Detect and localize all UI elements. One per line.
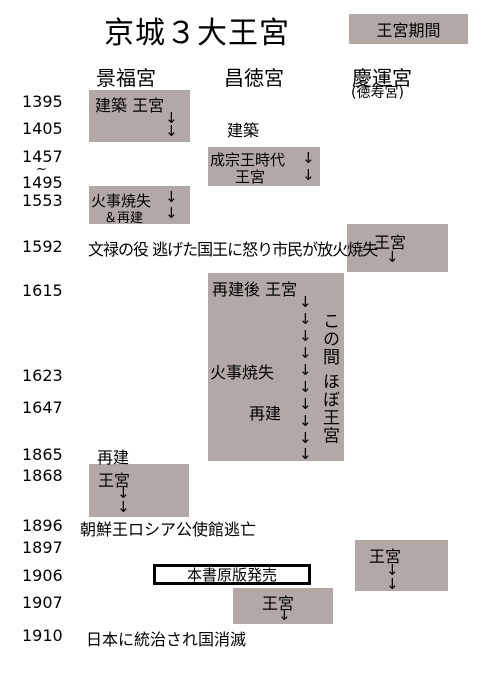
year-label: 1647 <box>22 398 63 417</box>
year-label: 1623 <box>22 366 63 385</box>
arrow-down-icon: ↓ <box>278 606 291 624</box>
event-changdeok-1457-line2: 王宮 <box>235 168 266 186</box>
event-1906-book-release: 本書原版発売 <box>153 564 311 585</box>
arrow-down-icon: ↓ <box>299 344 312 362</box>
arrow-down-icon: ↓ <box>165 188 178 206</box>
event-1910-annexation: 日本に統治され国消滅 <box>86 630 247 649</box>
event-gyeongbok-1865: 再建 <box>97 448 130 467</box>
arrow-down-icon: ↓ <box>299 445 312 463</box>
event-1592-imjin-war: 文禄の役 逃げた国王に怒り市民が放火焼失 <box>88 240 378 259</box>
arrow-down-icon: ↓ <box>299 412 312 430</box>
arrow-down-icon: ↓ <box>299 395 312 413</box>
legend-palace-period: 王宮期間 <box>349 14 468 44</box>
arrow-down-icon: ↓ <box>299 429 312 447</box>
arrow-down-icon: ↓ <box>299 310 312 328</box>
arrow-down-icon: ↓ <box>386 575 399 593</box>
year-label: 1906 <box>22 566 63 585</box>
year-label: 1395 <box>22 92 63 111</box>
event-gyeongbok-1553-line2: ＆再建 <box>104 211 144 226</box>
year-label: 1896 <box>22 516 63 535</box>
year-label: 1615 <box>22 281 63 300</box>
year-label: 1495 <box>22 173 63 192</box>
year-label: 1897 <box>22 538 63 557</box>
arrow-down-icon: ↓ <box>302 149 315 167</box>
arrow-down-icon: ↓ <box>302 166 315 184</box>
year-label: 1865 <box>22 445 63 464</box>
timeline-diagram: 京城３大王宮 王宮期間 景福宮 昌徳宮 慶運宮 (徳寿宮) 1395 1405 … <box>0 0 478 679</box>
event-gyeongbok-1395: 建築 王宮 <box>95 96 165 115</box>
year-label: 1868 <box>22 466 63 485</box>
event-1896-russian-legation: 朝鮮王ロシア公使館逃亡 <box>80 520 257 539</box>
palace-subheader-deoksu: (徳寿宮) <box>351 85 404 101</box>
year-label: 1592 <box>22 237 63 256</box>
arrow-down-icon: ↓ <box>165 204 178 222</box>
arrow-down-icon: ↓ <box>165 122 178 140</box>
page-title: 京城３大王宮 <box>104 16 290 51</box>
event-changdeok-1623: 火事焼失 <box>210 363 275 382</box>
arrow-down-icon: ↓ <box>299 327 312 345</box>
year-label: 1910 <box>22 626 63 645</box>
palace-header-gyeongbok: 景福宮 <box>96 66 156 90</box>
year-label: 1907 <box>22 593 63 612</box>
arrow-down-icon: ↓ <box>299 361 312 379</box>
event-changdeok-1647: 再建 <box>249 404 282 423</box>
event-changdeok-1615: 再建後 王宮 <box>212 280 298 299</box>
arrow-down-icon: ↓ <box>299 378 312 396</box>
arrow-down-icon: ↓ <box>299 293 312 311</box>
arrow-down-icon: ↓ <box>117 498 130 516</box>
year-label: 1553 <box>22 191 63 210</box>
arrow-down-icon: ↓ <box>386 248 399 266</box>
palace-header-changdeok: 昌徳宮 <box>224 66 284 90</box>
year-label: 1405 <box>22 119 63 138</box>
event-changdeok-1405: 建築 <box>227 121 260 140</box>
vertical-note-changdeok: この間 ほぼ王宮 <box>319 312 339 445</box>
